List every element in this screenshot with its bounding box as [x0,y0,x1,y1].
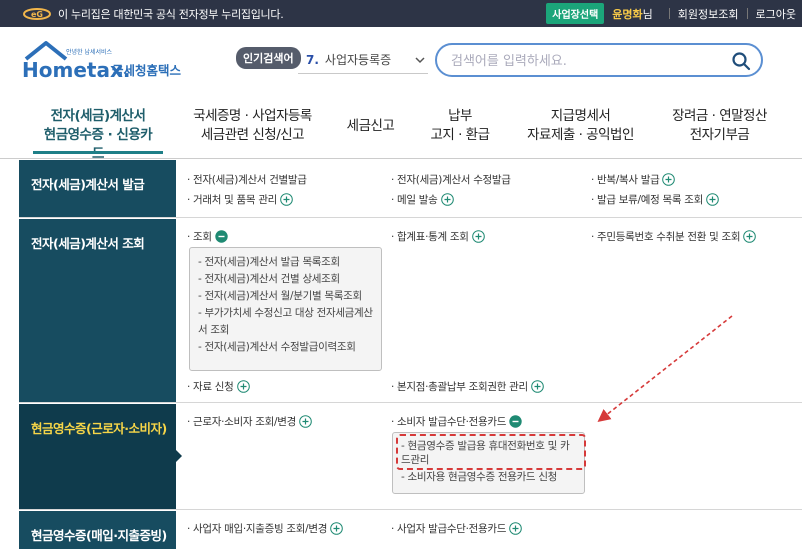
annotation-arrow-icon [597,315,733,422]
